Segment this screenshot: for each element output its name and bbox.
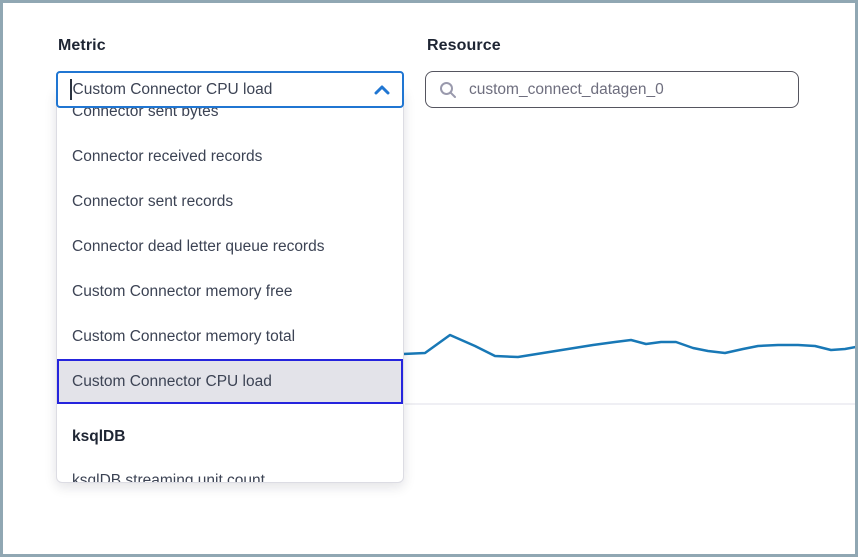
metric-combobox-value: Custom Connector CPU load xyxy=(73,81,367,99)
dropdown-item-connector-received-records[interactable]: Connector received records xyxy=(57,134,403,179)
metric-dropdown-list: Connector sent bytes Connector received … xyxy=(56,88,404,483)
resource-search-input[interactable]: custom_connect_datagen_0 xyxy=(425,71,799,108)
text-cursor xyxy=(70,79,72,100)
dropdown-item-custom-connector-memory-free[interactable]: Custom Connector memory free xyxy=(57,269,403,314)
chart-line-series xyxy=(403,335,858,357)
resource-search-value: custom_connect_datagen_0 xyxy=(469,81,664,99)
dropdown-item-custom-connector-cpu-load-selected[interactable]: Custom Connector CPU load xyxy=(57,359,403,404)
dropdown-item-custom-connector-memory-total[interactable]: Custom Connector memory total xyxy=(57,314,403,359)
metrics-explorer-panel: Metric Resource Connector sent bytes Con… xyxy=(0,0,858,557)
metric-combobox[interactable]: Custom Connector CPU load xyxy=(56,71,404,108)
dropdown-item-connector-sent-records[interactable]: Connector sent records xyxy=(57,179,403,224)
dropdown-item-connector-dead-letter-queue-records[interactable]: Connector dead letter queue records xyxy=(57,224,403,269)
search-icon xyxy=(439,81,457,99)
chevron-up-icon[interactable] xyxy=(374,85,390,95)
dropdown-item-ksqldb-streaming-unit-count[interactable]: ksqlDB streaming unit count xyxy=(57,458,403,483)
dropdown-section-header-ksqldb: ksqlDB xyxy=(57,416,403,458)
